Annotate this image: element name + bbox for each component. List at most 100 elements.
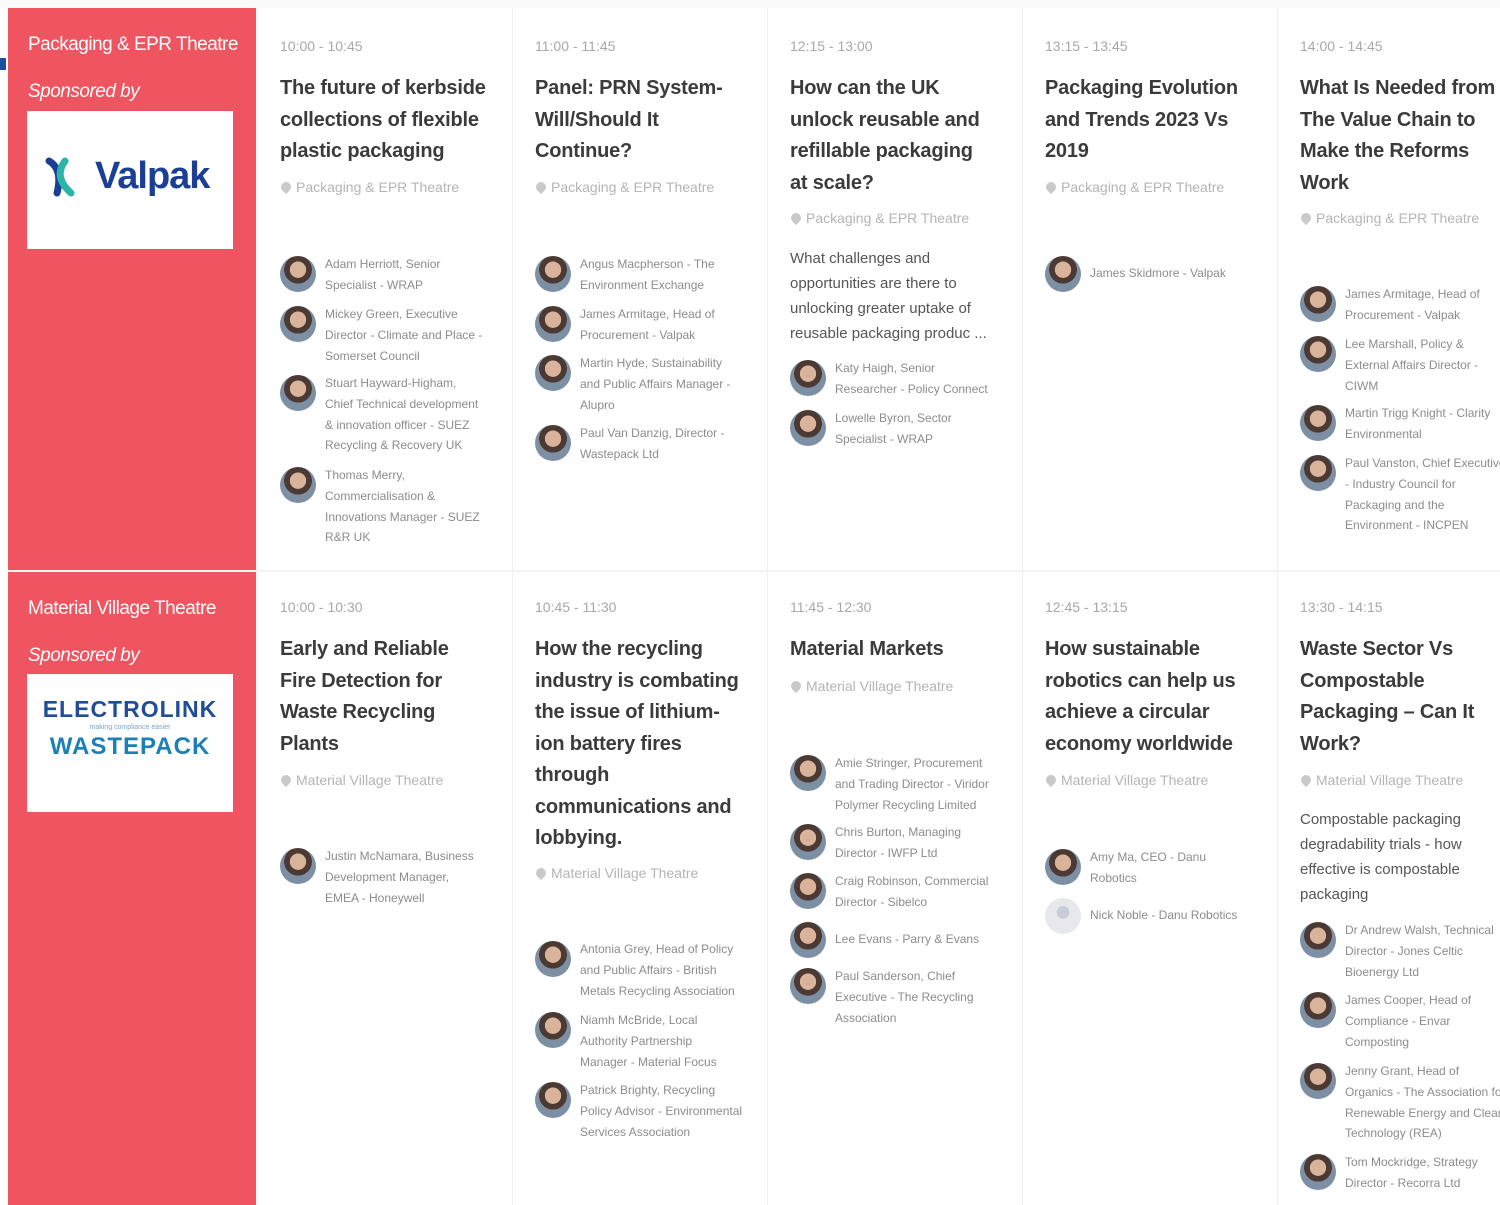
session-title[interactable]: The future of kerbside collections of fl… xyxy=(280,73,495,168)
speaker-info: Tom Mockridge, Strategy Director - Recorr… xyxy=(1345,1155,1478,1190)
speaker[interactable]: Chris Burton, Managing Director - IWFP Lt… xyxy=(790,824,1020,864)
session-time: 13:15 - 13:45 xyxy=(1045,38,1128,54)
speaker-avatar xyxy=(280,306,316,342)
speaker-info: Amy Ma, CEO - Danu Robotics xyxy=(1090,850,1207,885)
electrolink-wastepack-logo-icon: ELECTROLINK making compliance easier WAS… xyxy=(27,696,233,761)
speaker[interactable]: Jenny Grant, Head of Organics - The Assoc… xyxy=(1300,1063,1500,1144)
session-time: 11:00 - 11:45 xyxy=(535,38,616,54)
speaker[interactable]: Lowelle Byron, Sector Specialist - WRAP xyxy=(790,410,1020,450)
speaker-avatar xyxy=(280,256,316,292)
speaker[interactable]: Craig Robinson, Commercial Director - Sib… xyxy=(790,873,1020,913)
session-title[interactable]: Waste Sector Vs Compostable Packaging – … xyxy=(1300,634,1500,760)
speaker-info: Dr Andrew Walsh, Technical Director - Jon… xyxy=(1345,923,1494,979)
speaker[interactable]: Angus Macpherson - The Environment Exchan… xyxy=(535,256,765,296)
session-title[interactable]: Early and Reliable Fire Detection for Wa… xyxy=(280,634,495,760)
session-time: 10:00 - 10:30 xyxy=(280,599,363,615)
location-pin-icon xyxy=(1043,179,1059,195)
speaker-info: Niamh McBride, Local Authority Partnershi… xyxy=(580,1013,717,1069)
session-time: 11:45 - 12:30 xyxy=(790,599,872,615)
session-title[interactable]: How sustainable robotics can help us ach… xyxy=(1045,634,1260,760)
speaker[interactable]: Nick Noble - Danu Robotics xyxy=(1045,898,1275,934)
session-title[interactable]: Material Markets xyxy=(790,634,1005,666)
sponsor-name: Valpak xyxy=(95,155,210,197)
speaker[interactable]: Stuart Hayward-Higham, Chief Technical de… xyxy=(280,375,510,456)
speaker[interactable]: Thomas Merry, Commercialisation & Innovati… xyxy=(280,467,510,548)
speaker-avatar xyxy=(1300,1063,1336,1099)
speaker-info: Nick Noble - Danu Robotics xyxy=(1090,908,1238,922)
speaker-avatar xyxy=(535,425,571,461)
speaker[interactable]: Paul Sanderson, Chief Executive - The Rec… xyxy=(790,968,1020,1028)
speaker[interactable]: Martin Hyde, Sustainability and Public Af… xyxy=(535,355,765,415)
speaker-info: Paul Vanston, Chief Executive - Industry … xyxy=(1345,456,1500,533)
session-venue: Packaging & EPR Theatre xyxy=(788,210,969,226)
session-time: 14:00 - 14:45 xyxy=(1300,38,1383,54)
speaker[interactable]: Lee Marshall, Policy & External Affairs D… xyxy=(1300,336,1500,396)
scroll-marker xyxy=(0,58,6,70)
session-card[interactable]: 11:00 - 11:45 Panel: PRN System- Will/Sh… xyxy=(512,8,767,571)
sponsor-tagline: making compliance easier xyxy=(89,724,171,731)
session-venue: Material Village Theatre xyxy=(278,772,443,788)
session-venue: Packaging & EPR Theatre xyxy=(533,179,714,195)
location-pin-icon xyxy=(278,772,294,788)
theatre-name[interactable]: Packaging & EPR Theatre xyxy=(28,34,238,56)
location-pin-icon xyxy=(788,678,804,694)
session-card[interactable]: 13:30 - 14:15 Waste Sector Vs Compostabl… xyxy=(1277,572,1500,1205)
speaker[interactable]: Antonia Grey, Head of Policy and Public A… xyxy=(535,941,765,1001)
sponsor-name-top: ELECTROLINK xyxy=(42,696,218,722)
session-card[interactable]: 10:45 - 11:30 How the recycling industry… xyxy=(512,572,767,1205)
theatre-panel: Material Village Theatre Sponsored by EL… xyxy=(8,572,256,1205)
speaker[interactable]: Adam Herriott, Senior Specialist - WRAP xyxy=(280,256,510,296)
session-title[interactable]: What Is Needed from The Value Chain to M… xyxy=(1300,73,1500,199)
location-pin-icon xyxy=(1298,772,1314,788)
speaker-avatar xyxy=(1045,849,1081,885)
session-card[interactable]: 13:15 - 13:45 Packaging Evolution and Tr… xyxy=(1022,8,1277,571)
session-title[interactable]: How the recycling industry is combating … xyxy=(535,634,750,855)
location-pin-icon xyxy=(533,179,549,195)
session-time: 10:45 - 11:30 xyxy=(535,599,617,615)
speaker[interactable]: Amie Stringer, Procurement and Trading Di… xyxy=(790,755,1020,815)
speaker-avatar xyxy=(535,355,571,391)
speaker[interactable]: Mickey Green, Executive Director - Climat… xyxy=(280,306,510,366)
speaker[interactable]: Patrick Brighty, Recycling Policy Advisor… xyxy=(535,1082,765,1142)
session-title[interactable]: How can the UK unlock reusable and refil… xyxy=(790,73,1005,199)
sponsor-logo[interactable]: ELECTROLINK making compliance easier WAS… xyxy=(27,674,233,812)
speaker[interactable]: James Armitage, Head of Procurement - Val… xyxy=(535,306,765,346)
speaker[interactable]: Lee Evans - Parry & Evans xyxy=(790,922,1020,958)
session-title[interactable]: Panel: PRN System- Will/Should It Contin… xyxy=(535,73,750,168)
session-card[interactable]: 10:00 - 10:45 The future of kerbside col… xyxy=(257,8,512,571)
valpak-logo-icon: Valpak xyxy=(45,155,210,198)
session-title[interactable]: Packaging Evolution and Trends 2023 Vs 2… xyxy=(1045,73,1260,168)
speaker-info: James Skidmore - Valpak xyxy=(1090,266,1226,280)
speaker-info: Martin Hyde, Sustainability and Public Af… xyxy=(580,356,731,412)
speaker-info: Lee Evans - Parry & Evans xyxy=(835,932,980,946)
speaker[interactable]: James Skidmore - Valpak xyxy=(1045,256,1275,292)
location-pin-icon xyxy=(1043,772,1059,788)
speaker-info: Patrick Brighty, Recycling Policy Advisor… xyxy=(580,1083,743,1139)
session-card[interactable]: 10:00 - 10:30 Early and Reliable Fire De… xyxy=(257,572,512,1205)
session-card[interactable]: 12:45 - 13:15 How sustainable robotics c… xyxy=(1022,572,1277,1205)
speaker-avatar xyxy=(790,873,826,909)
speaker-info: Stuart Hayward-Higham, Chief Technical de… xyxy=(325,376,479,453)
speaker[interactable]: Martin Trigg Knight - Clarity Environment… xyxy=(1300,405,1500,445)
theatre-name[interactable]: Material Village Theatre xyxy=(28,598,216,620)
session-venue: Packaging & EPR Theatre xyxy=(1043,179,1224,195)
location-pin-icon xyxy=(533,865,549,881)
speaker[interactable]: Katy Haigh, Senior Researcher - Policy Co… xyxy=(790,360,1020,400)
session-venue: Packaging & EPR Theatre xyxy=(278,179,459,195)
speaker[interactable]: James Armitage, Head of Procurement - Val… xyxy=(1300,286,1500,326)
session-card[interactable]: 12:15 - 13:00 How can the UK unlock reus… xyxy=(767,8,1022,571)
speaker[interactable]: Paul Van Danzig, Director - Wastepack Ltd xyxy=(535,425,765,465)
session-time: 10:00 - 10:45 xyxy=(280,38,363,54)
speaker[interactable]: Justin McNamara, Business Development Man… xyxy=(280,848,510,908)
speaker[interactable]: Niamh McBride, Local Authority Partnershi… xyxy=(535,1012,765,1072)
speaker[interactable]: James Cooper, Head of Compliance - Envar C… xyxy=(1300,992,1500,1052)
session-card[interactable]: 14:00 - 14:45 What Is Needed from The Va… xyxy=(1277,8,1500,571)
speaker-info: Craig Robinson, Commercial Director - Sib… xyxy=(835,874,989,909)
speaker[interactable]: Paul Vanston, Chief Executive - Industry … xyxy=(1300,455,1500,536)
speaker[interactable]: Dr Andrew Walsh, Technical Director - Jon… xyxy=(1300,922,1500,982)
speaker-info: Martin Trigg Knight - Clarity Environment… xyxy=(1345,406,1491,441)
sponsor-logo[interactable]: Valpak xyxy=(27,111,233,249)
speaker[interactable]: Amy Ma, CEO - Danu Robotics xyxy=(1045,849,1275,889)
session-card[interactable]: 11:45 - 12:30 Material Markets Material … xyxy=(767,572,1022,1205)
speaker[interactable]: Tom Mockridge, Strategy Director - Recorr… xyxy=(1300,1154,1500,1194)
